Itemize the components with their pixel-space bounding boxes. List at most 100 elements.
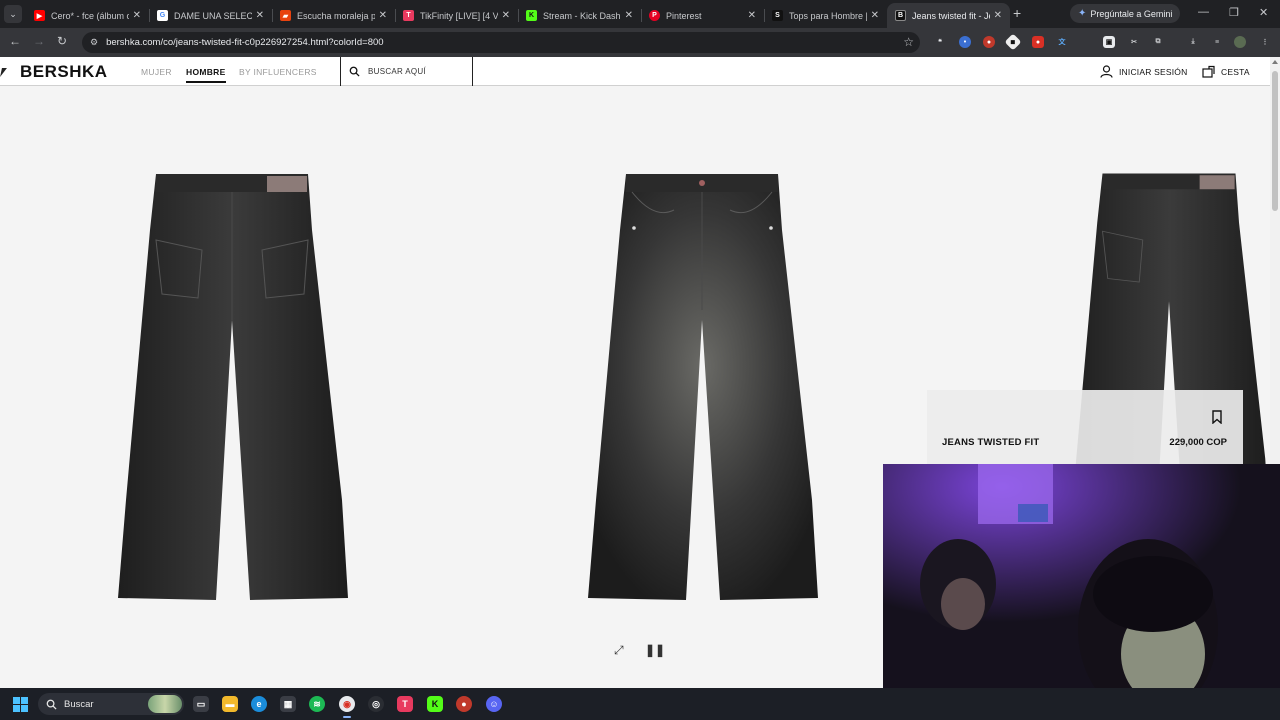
store-icon[interactable]: ▦ bbox=[280, 696, 296, 712]
window-extension-icon[interactable]: ▣ bbox=[1103, 36, 1115, 48]
close-tab-icon[interactable]: ✕ bbox=[994, 10, 1002, 21]
nav-by-influencers[interactable]: BY INFLUENCERS bbox=[239, 67, 317, 77]
bershka-logo[interactable]: BERSHKA bbox=[20, 62, 108, 82]
close-tab-icon[interactable]: ✕ bbox=[625, 10, 633, 21]
reload-icon[interactable]: ↻ bbox=[57, 34, 67, 48]
tab-title: Pinterest bbox=[666, 10, 702, 21]
menu-kebab-icon[interactable]: ⋮ bbox=[1259, 36, 1271, 48]
tab-pinterest[interactable]: P Pinterest ✕ bbox=[641, 3, 764, 28]
tikfinity-icon[interactable]: T bbox=[397, 696, 413, 712]
record-extension-icon[interactable]: ● bbox=[983, 36, 995, 48]
tab-title: DAME UNA SELECCIÓN bbox=[174, 10, 252, 21]
close-tab-icon[interactable]: ✕ bbox=[379, 10, 387, 21]
tab-tikfinity[interactable]: T TikFinity [LIVE] [4 Vie ✕ bbox=[395, 3, 518, 28]
file-explorer-icon[interactable]: ▬ bbox=[222, 696, 238, 712]
restore-icon[interactable]: ❐ bbox=[1229, 6, 1239, 19]
tab-tops[interactable]: S Tops para Hombre | B ✕ bbox=[764, 3, 887, 28]
spotify-icon[interactable]: ≋ bbox=[309, 696, 325, 712]
tool-extension-icon[interactable]: ✂ bbox=[1128, 36, 1140, 48]
close-tab-icon[interactable]: ✕ bbox=[871, 10, 879, 21]
tab-title: Tops para Hombre | B bbox=[789, 10, 867, 21]
tab-youtube[interactable]: ▶ Cero* - fce (álbum co ✕ bbox=[26, 3, 149, 28]
nav-mujer[interactable]: MUJER bbox=[141, 67, 172, 77]
scrollbar-thumb[interactable] bbox=[1272, 71, 1278, 211]
task-view-icon[interactable]: ▭ bbox=[193, 696, 209, 712]
download-icon[interactable]: ⤓ bbox=[1187, 36, 1199, 48]
obs-icon[interactable]: ◎ bbox=[368, 696, 384, 712]
new-tab-button[interactable]: + bbox=[1013, 5, 1021, 21]
blue-extension-icon[interactable]: • bbox=[959, 36, 971, 48]
url-text: bershka.com/co/jeans-twisted-fit-c0p2269… bbox=[106, 37, 384, 48]
webcam-overlay bbox=[883, 464, 1280, 690]
discord-icon[interactable]: ☺ bbox=[486, 696, 502, 712]
tab-title: TikFinity [LIVE] [4 Vie bbox=[420, 10, 498, 21]
product-name: JEANS TWISTED FIT bbox=[942, 437, 1040, 448]
red-app-icon[interactable]: ● bbox=[456, 696, 472, 712]
jeans-front-image[interactable] bbox=[582, 170, 822, 602]
taskbar-search-label: Buscar bbox=[64, 698, 94, 710]
search-icon bbox=[349, 66, 360, 77]
tab-title: Stream - Kick Dashbo bbox=[543, 10, 621, 21]
forward-icon[interactable]: → bbox=[33, 34, 45, 48]
mouse-cursor-icon bbox=[0, 68, 7, 77]
gemini-label: Pregúntale a Gemini bbox=[1090, 8, 1173, 19]
tab-title: Escucha moraleja pro bbox=[297, 10, 375, 21]
chrome-icon[interactable]: ◉ bbox=[339, 696, 355, 718]
gemini-button[interactable]: ✦ Pregúntale a Gemini bbox=[1070, 4, 1181, 23]
close-window-icon[interactable]: ✕ bbox=[1259, 6, 1268, 19]
jeans-back-image[interactable] bbox=[112, 170, 352, 602]
address-bar[interactable]: ⚙ bershka.com/co/jeans-twisted-fit-c0p22… bbox=[82, 32, 920, 53]
bookmark-icon[interactable] bbox=[1211, 410, 1223, 424]
tab-list: ▶ Cero* - fce (álbum co ✕ G DAME UNA SEL… bbox=[26, 3, 1010, 28]
close-tab-icon[interactable]: ✕ bbox=[502, 10, 510, 21]
profile-avatar[interactable] bbox=[1234, 36, 1246, 48]
translate-extension-icon[interactable]: 文 bbox=[1056, 36, 1068, 48]
pause-icon[interactable]: ❚❚ bbox=[645, 643, 665, 657]
tab-search-button[interactable]: ⌄ bbox=[4, 5, 22, 23]
bershka-icon: B bbox=[895, 10, 906, 21]
diamond-extension-icon[interactable]: ◆ bbox=[1004, 33, 1022, 51]
kick-icon[interactable]: K bbox=[427, 696, 443, 712]
windows-start-icon[interactable] bbox=[13, 697, 28, 712]
back-icon[interactable]: ← bbox=[9, 34, 21, 48]
s-icon: S bbox=[772, 10, 783, 21]
scroll-up-icon[interactable] bbox=[1272, 60, 1278, 64]
login-link[interactable]: INICIAR SESIÓN bbox=[1100, 65, 1187, 78]
close-tab-icon[interactable]: ✕ bbox=[748, 10, 756, 21]
browser-tabstrip: ⌄ ▶ Cero* - fce (álbum co ✕ G DAME UNA S… bbox=[0, 0, 1280, 28]
bag-icon bbox=[1202, 65, 1215, 78]
close-tab-icon[interactable]: ✕ bbox=[256, 10, 264, 21]
tab-kick[interactable]: K Stream - Kick Dashbo ✕ bbox=[518, 3, 641, 28]
expand-icon[interactable]: ⤢ bbox=[614, 643, 624, 658]
search-icon bbox=[46, 699, 57, 710]
kick-icon: K bbox=[526, 10, 537, 21]
orange-app-icon: ▰ bbox=[280, 10, 291, 21]
windows-taskbar: Buscar ▭ ▬ e ▦ ≋ ◉ ◎ T K ● ☺ bbox=[0, 688, 1280, 720]
red-extension-icon[interactable]: ● bbox=[1032, 36, 1044, 48]
extensions-puzzle-icon[interactable]: ⧉ bbox=[1152, 36, 1164, 48]
taskbar-search[interactable]: Buscar bbox=[38, 693, 184, 715]
google-icon: G bbox=[157, 10, 168, 21]
login-label: INICIAR SESIÓN bbox=[1119, 66, 1188, 77]
site-header: BERSHKA MUJER HOMBRE BY INFLUENCERS BUSC… bbox=[0, 57, 1270, 86]
search-box[interactable]: BUSCAR AQUÍ bbox=[340, 57, 473, 86]
browser-toolbar: ← → ↻ ⚙ bershka.com/co/jeans-twisted-fit… bbox=[0, 28, 1280, 57]
tikfinity-icon: T bbox=[403, 10, 414, 21]
minimize-icon[interactable]: — bbox=[1198, 6, 1209, 18]
tab-google[interactable]: G DAME UNA SELECCIÓN ✕ bbox=[149, 3, 272, 28]
product-card: JEANS TWISTED FIT 229,000 COP bbox=[927, 390, 1243, 464]
edge-icon[interactable]: e bbox=[251, 696, 267, 712]
cart-link[interactable]: CESTA bbox=[1202, 65, 1250, 78]
bookmark-star-icon[interactable]: ☆ bbox=[903, 35, 914, 49]
close-tab-icon[interactable]: ✕ bbox=[133, 10, 141, 21]
tab-jeans-active[interactable]: B Jeans twisted fit - Jea ✕ bbox=[887, 3, 1010, 28]
pinterest-icon: P bbox=[649, 10, 660, 21]
media-control-icon[interactable]: ≡ bbox=[1211, 36, 1223, 48]
user-icon bbox=[1100, 65, 1113, 78]
quote-extension-icon[interactable]: ❝ bbox=[934, 36, 946, 48]
site-info-icon[interactable]: ⚙ bbox=[90, 37, 98, 48]
tab-escucha[interactable]: ▰ Escucha moraleja pro ✕ bbox=[272, 3, 395, 28]
cart-label: CESTA bbox=[1221, 66, 1250, 77]
product-price: 229,000 COP bbox=[1169, 437, 1227, 448]
nav-hombre[interactable]: HOMBRE bbox=[186, 67, 226, 83]
